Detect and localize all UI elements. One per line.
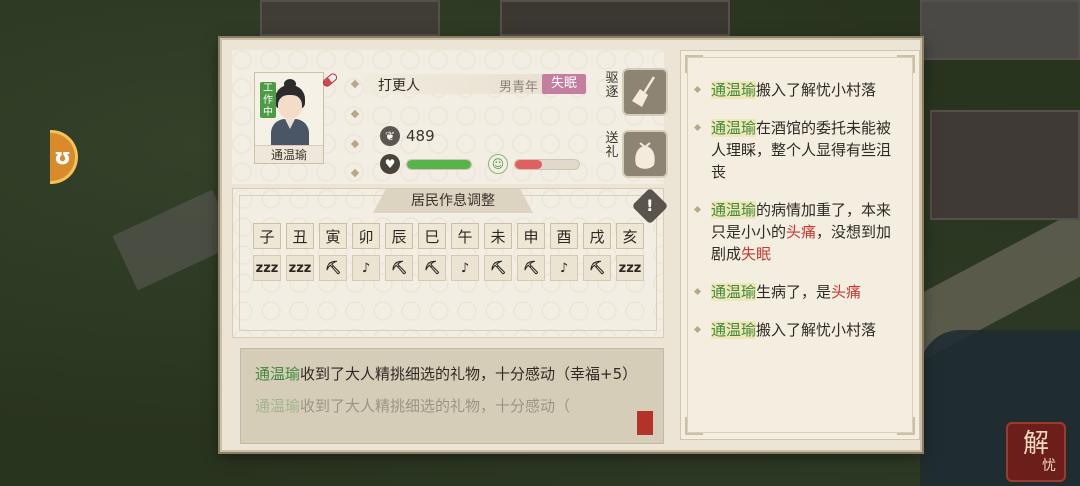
news-list: 通温瑜搬入了解忧小村落 通温瑜在酒馆的委托未能被人理睬，整个人显得有些沮丧 通温… [693, 79, 901, 357]
schedule-title: 居民作息调整 [373, 189, 533, 213]
hour-cell: 亥 [616, 223, 644, 249]
expel-label: 驱逐 [605, 71, 619, 100]
currency-row: ❦ 489 [380, 126, 435, 146]
news-item: 通温瑜搬入了解忧小村落 [693, 319, 901, 341]
row-marker [350, 139, 360, 149]
building [930, 110, 1080, 220]
gift-bag-icon [635, 142, 655, 169]
activity-slots: zzz zzz ⛏ ♪ ⛏ ⛏ ♪ ⛏ ⛏ ♪ ⛏ zzz [253, 255, 644, 281]
row-marker [350, 109, 360, 119]
currency-value: 489 [406, 127, 435, 145]
hour-cell: 丑 [286, 223, 314, 249]
news-item: 通温瑜搬入了解忧小村落 [693, 79, 901, 101]
hour-cell: 子 [253, 223, 281, 249]
job-title: 打更人 [378, 78, 420, 94]
pickaxe-icon[interactable]: ⛏ [484, 255, 512, 281]
resident-name: 通温瑜 [255, 145, 323, 163]
sleep-icon[interactable]: zzz [253, 255, 281, 281]
coin-icon: ❦ [380, 126, 400, 146]
news-item: 通温瑜在酒馆的委托未能被人理睬，整个人显得有些沮丧 [693, 117, 901, 183]
hour-cell: 卯 [352, 223, 380, 249]
log-entry: 通温瑜收到了大人精挑细选的礼物，十分感动（ [255, 397, 571, 415]
hour-cell: 酉 [550, 223, 578, 249]
news-item: 通温瑜生病了，是头痛 [693, 281, 901, 303]
leisure-icon[interactable]: ♪ [451, 255, 479, 281]
mood-icon: ☺ [488, 154, 508, 174]
work-status-badge: 工作中 [260, 82, 276, 118]
heart-icon: ♥ [380, 154, 400, 174]
pickaxe-icon[interactable]: ⛏ [517, 255, 545, 281]
log-entry: 通温瑜收到了大人精挑细选的礼物，十分感动（幸福+5） [255, 365, 638, 383]
news-item: 通温瑜的病情加重了，本来只是小小的头痛，没想到加剧成失眠 [693, 199, 901, 265]
pickaxe-icon[interactable]: ⛏ [319, 255, 347, 281]
job-bar: 打更人 男青年 失眠 [364, 74, 586, 95]
status-tag: 失眠 [542, 74, 586, 94]
building [920, 0, 1080, 60]
expel-button[interactable] [622, 68, 668, 116]
building [260, 0, 440, 36]
game-logo-seal[interactable]: 解 忧 [1006, 422, 1066, 482]
hour-cell: 寅 [319, 223, 347, 249]
resident-detail-dialog: 通温瑜 工作中 打更人 男青年 失眠 ❦ 489 ♥ ☺ 驱逐 送礼 居民作息调… [220, 38, 922, 452]
hour-cell: 申 [517, 223, 545, 249]
hour-cell: 午 [451, 223, 479, 249]
pickaxe-icon[interactable]: ⛏ [418, 255, 446, 281]
hour-cell: 巳 [418, 223, 446, 249]
seal-stamp [637, 411, 653, 435]
gift-label: 送礼 [605, 131, 619, 160]
broom-icon [632, 76, 656, 107]
news-panel[interactable]: 通温瑜搬入了解忧小村落 通温瑜在酒馆的委托未能被人理睬，整个人显得有些沮丧 通温… [680, 50, 920, 440]
hour-cell: 辰 [385, 223, 413, 249]
hour-labels: 子丑寅卯辰巳午未申酉戌亥 [253, 223, 644, 249]
pickaxe-icon[interactable]: ⛏ [583, 255, 611, 281]
health-mood-row: ♥ ☺ [380, 154, 580, 174]
mood-bar [514, 158, 580, 170]
gender-age: 男青年 [498, 80, 538, 95]
resident-info-panel: 通温瑜 工作中 打更人 男青年 失眠 ❦ 489 ♥ ☺ 驱逐 送礼 [232, 50, 668, 184]
row-marker [350, 168, 360, 178]
event-log[interactable]: 通温瑜收到了大人精挑细选的礼物，十分感动（幸福+5） 通温瑜收到了大人精挑细选的… [240, 348, 664, 444]
leisure-icon[interactable]: ♪ [550, 255, 578, 281]
smile-icon: ʊ [54, 144, 71, 170]
gift-button[interactable] [622, 130, 668, 178]
health-bar [406, 158, 472, 170]
pickaxe-icon[interactable]: ⛏ [385, 255, 413, 281]
sleep-icon[interactable]: zzz [616, 255, 644, 281]
schedule-panel: 居民作息调整 ! 子丑寅卯辰巳午未申酉戌亥 zzz zzz ⛏ ♪ ⛏ ⛏ ♪ ⛏ ⛏ ♪ ⛏ zzz [232, 187, 669, 338]
hour-cell: 未 [484, 223, 512, 249]
leisure-icon[interactable]: ♪ [352, 255, 380, 281]
row-marker [350, 79, 360, 89]
sleep-icon[interactable]: zzz [286, 255, 314, 281]
hour-cell: 戌 [583, 223, 611, 249]
building [500, 0, 730, 36]
